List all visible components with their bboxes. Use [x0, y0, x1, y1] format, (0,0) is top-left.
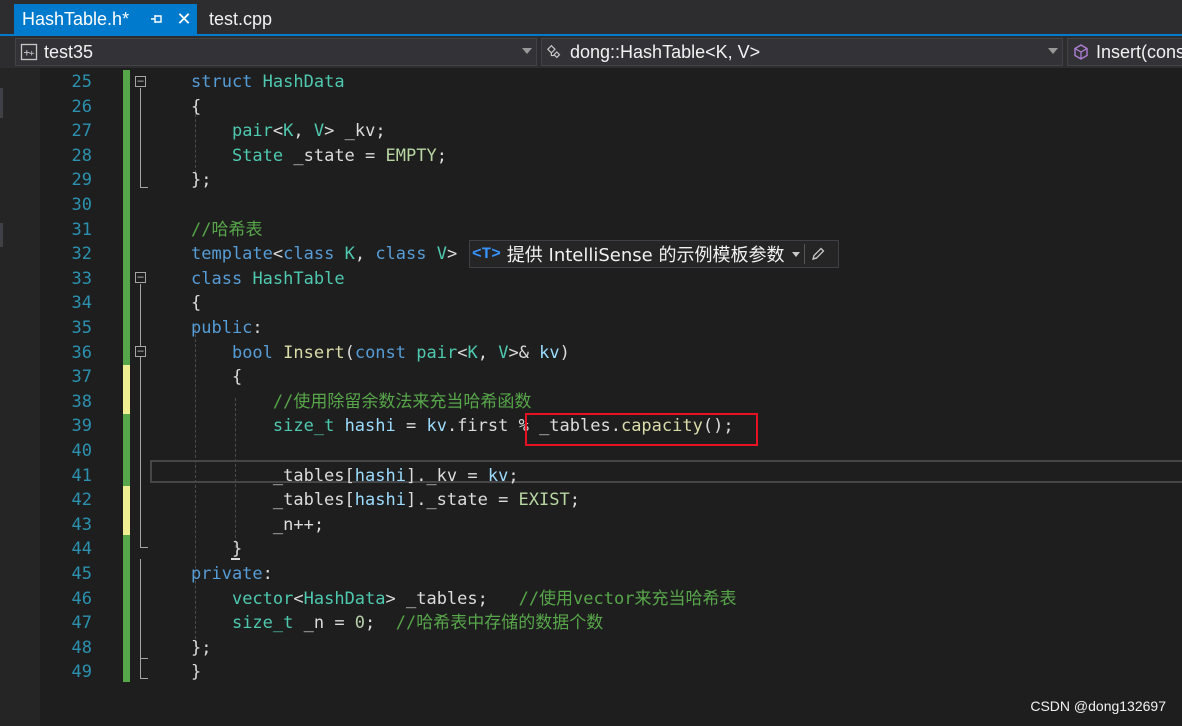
- chevron-down-icon: [522, 48, 532, 54]
- line-number: 28: [71, 145, 92, 166]
- code-line-31: //哈希表: [191, 219, 263, 240]
- strip-marker: [0, 88, 3, 118]
- method-icon: [1072, 43, 1090, 61]
- code-line-27: pair<K, V> _kv;: [231, 121, 386, 142]
- code-line-43: _n++;: [191, 514, 325, 535]
- class-icon: [546, 43, 564, 61]
- pencil-icon[interactable]: [809, 245, 827, 263]
- code-line-26: {: [191, 96, 202, 117]
- code-line-45: private:: [191, 564, 273, 584]
- line-number: 36: [71, 342, 92, 363]
- pin-icon[interactable]: [149, 10, 165, 28]
- member-name: Insert(const pair<K, V>& kv): [1096, 41, 1182, 62]
- outline-end: [140, 658, 148, 659]
- line-number: 47: [71, 613, 92, 634]
- brace-match-marker: [231, 558, 240, 560]
- line-number: 30: [71, 195, 92, 215]
- line-number: 27: [71, 121, 92, 142]
- svg-text:+: +: [29, 49, 35, 59]
- code-line-48: };: [191, 637, 212, 658]
- line-number: 29: [71, 170, 92, 191]
- code-line-38: //使用除留余数法来充当哈希函数: [272, 391, 532, 412]
- outline-end: [140, 187, 148, 188]
- outline-line: [140, 88, 141, 187]
- code-line-41: _tables[hashi]._kv = kv;: [191, 465, 519, 486]
- hint-separator: [804, 244, 806, 264]
- line-number: 34: [71, 293, 92, 314]
- line-number: 38: [71, 391, 92, 412]
- line-number: 48: [71, 637, 92, 658]
- code-line-34: {: [191, 293, 202, 314]
- tab-test-cpp[interactable]: test.cpp: [200, 4, 290, 34]
- tab-title: HashTable.h*: [22, 8, 130, 29]
- line-number: 26: [71, 96, 92, 117]
- left-tool-strip: [0, 68, 40, 726]
- navigation-bar: + + test35 dong::HashTable<K, V> Insert(c…: [0, 36, 1182, 68]
- line-number: 44: [71, 539, 92, 560]
- code-line-47: size_t _n = 0; //哈希表中存储的数据个数: [231, 613, 604, 634]
- outline-line: [140, 559, 141, 659]
- change-marker-unsaved: [123, 486, 130, 535]
- line-number: 42: [71, 490, 92, 511]
- scope-name: dong::HashTable<K, V>: [570, 41, 761, 62]
- template-badge: <T>: [472, 245, 501, 263]
- strip-marker: [0, 223, 3, 247]
- tab-title: test.cpp: [209, 8, 273, 29]
- code-editor[interactable]: 25 26 27 28 29 30 31 32 33 34 35 36 37 38 39 40 41 42 43 44…: [0, 68, 1182, 726]
- code-line-36: bool Insert(const pair<K, V>& kv): [231, 342, 570, 363]
- line-number: 25: [71, 72, 92, 92]
- line-number: 45: [71, 564, 92, 584]
- hint-text: 提供 IntelliSense 的示例模板参数: [506, 245, 785, 266]
- code-line-42: _tables[hashi]._state = EXIST;: [191, 490, 580, 511]
- line-number: 32: [71, 244, 92, 265]
- project-dropdown[interactable]: + + test35: [15, 38, 537, 66]
- change-marker-saved: [123, 414, 130, 486]
- line-number: 40: [71, 441, 92, 461]
- code-line-29: };: [191, 170, 212, 191]
- watermark: CSDN @dong132697: [1030, 698, 1166, 714]
- change-marker-unsaved: [123, 365, 130, 414]
- outline-end: [140, 678, 148, 679]
- chevron-down-icon: [1048, 48, 1058, 54]
- line-number: 35: [71, 318, 92, 338]
- code-line-49: }: [191, 662, 202, 683]
- outline-line: [140, 284, 141, 547]
- scope-dropdown[interactable]: dong::HashTable<K, V>: [541, 38, 1063, 66]
- project-icon: + +: [20, 43, 38, 61]
- collapse-toggle-class[interactable]: −: [135, 271, 146, 283]
- line-number: 43: [71, 514, 92, 535]
- chevron-down-icon[interactable]: [792, 251, 801, 257]
- code-line-28: State _state = EMPTY;: [231, 145, 447, 166]
- line-number: 41: [71, 465, 92, 486]
- collapse-toggle-insert[interactable]: −: [135, 345, 146, 357]
- intellisense-template-hint[interactable]: <T> 提供 IntelliSense 的示例模板参数: [469, 240, 839, 268]
- code-line-32: template<class K, class V>: [191, 244, 458, 265]
- code-line-46: vector<HashData> _tables; //使用vector来充当哈…: [231, 588, 737, 609]
- code-line-37: {: [191, 367, 243, 388]
- code-line-33: class HashTable: [191, 268, 345, 289]
- outline-line: [140, 659, 141, 679]
- line-number: 37: [71, 367, 92, 388]
- tab-hashtable-h[interactable]: HashTable.h* ✕: [14, 4, 197, 34]
- line-number: 46: [71, 588, 92, 609]
- change-marker-saved: [123, 70, 130, 365]
- line-number: 39: [71, 416, 92, 437]
- line-number: 31: [71, 219, 92, 240]
- document-tab-bar: HashTable.h* ✕ test.cpp: [0, 0, 1182, 36]
- project-name: test35: [44, 41, 94, 62]
- outline-end: [140, 547, 148, 548]
- highlight-annotation-box: [525, 413, 758, 446]
- member-dropdown[interactable]: Insert(const pair<K, V>& kv): [1067, 38, 1182, 66]
- close-icon[interactable]: ✕: [175, 9, 193, 29]
- change-marker-saved: [123, 535, 130, 682]
- code-line-35: public:: [191, 318, 263, 338]
- line-number: 33: [71, 268, 92, 289]
- code-line-25: struct HashData: [191, 72, 345, 92]
- line-number: 49: [71, 662, 92, 683]
- collapse-toggle-struct[interactable]: −: [135, 75, 146, 87]
